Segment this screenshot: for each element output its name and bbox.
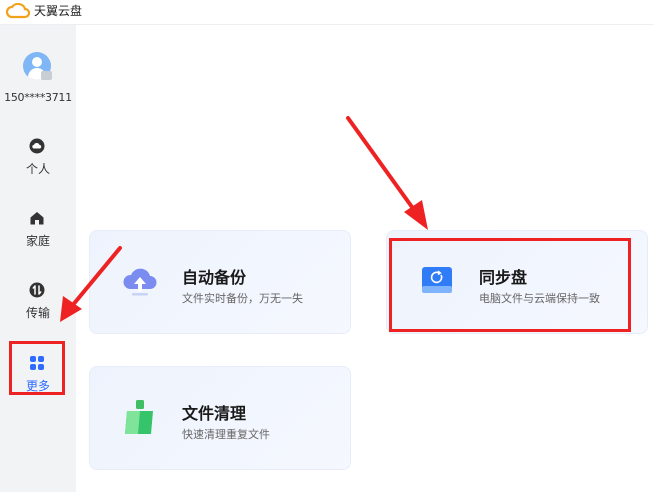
broom-icon xyxy=(125,400,153,434)
card-desc: 电脑文件与云端保持一致 xyxy=(479,292,600,305)
app-title: 天翼云盘 xyxy=(34,4,83,18)
sidebar-item-family[interactable]: 家庭 xyxy=(0,202,76,258)
sidebar-item-personal[interactable]: 个人 xyxy=(0,130,76,186)
cloud-icon xyxy=(29,138,45,154)
card-file-cleanup[interactable]: 文件清理 快速清理重复文件 xyxy=(89,366,351,470)
sidebar: 150****3711 个人 家庭 传输 更多 xyxy=(0,25,76,492)
card-auto-backup[interactable]: 自动备份 文件实时备份，万无一失 xyxy=(89,230,351,334)
card-sync-disk[interactable]: 同步盘 电脑文件与云端保持一致 xyxy=(386,230,648,334)
sidebar-item-label: 家庭 xyxy=(25,234,50,248)
user-phone: 150****3711 xyxy=(4,91,72,104)
sidebar-item-transfer[interactable]: 传输 xyxy=(0,274,76,330)
card-title: 同步盘 xyxy=(479,268,528,287)
cloud-logo-icon xyxy=(6,3,30,19)
card-desc: 快速清理重复文件 xyxy=(182,428,270,441)
cloud-upload-icon xyxy=(123,268,157,296)
home-icon xyxy=(30,212,44,225)
transfer-icon xyxy=(29,282,45,298)
card-title: 文件清理 xyxy=(182,404,247,423)
sync-disk-icon xyxy=(422,267,452,293)
card-desc: 文件实时备份，万无一失 xyxy=(182,292,303,305)
vip-badge-icon xyxy=(41,71,52,80)
sidebar-item-label: 个人 xyxy=(25,162,50,176)
main-content: 自动备份 文件实时备份，万无一失 同步盘 电脑文件与云端保持一致 文件清理 快速… xyxy=(77,25,653,492)
title-bar: 天翼云盘 xyxy=(0,0,653,25)
card-title: 自动备份 xyxy=(182,268,247,287)
sidebar-item-label: 传输 xyxy=(25,306,50,320)
highlight-box-more xyxy=(9,341,65,395)
